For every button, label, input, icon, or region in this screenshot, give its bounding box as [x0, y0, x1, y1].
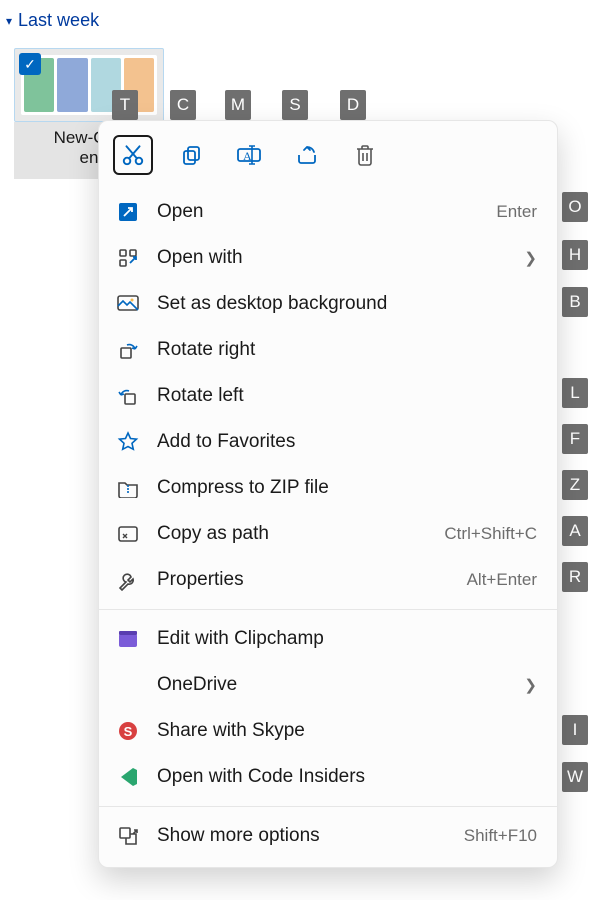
key-hint: M — [225, 90, 251, 120]
key-hint: A — [562, 516, 588, 546]
divider — [99, 806, 557, 807]
key-hint: L — [562, 378, 588, 408]
menu-label: Set as desktop background — [157, 293, 537, 315]
chevron-right-icon: ❯ — [524, 249, 537, 267]
menu-label: OneDrive — [157, 674, 508, 696]
svg-text:S: S — [124, 724, 133, 739]
menu-shortcut: Ctrl+Shift+C — [444, 524, 537, 544]
key-hint: H — [562, 240, 588, 270]
key-hint: S — [282, 90, 308, 120]
rename-icon: A — [236, 143, 262, 167]
scissors-icon — [120, 142, 146, 168]
key-hint: T — [112, 90, 138, 120]
menu-open[interactable]: Open Enter — [99, 189, 557, 235]
menu-label: Add to Favorites — [157, 431, 537, 453]
onedrive-icon — [115, 672, 141, 698]
menu-label: Rotate left — [157, 385, 537, 407]
menu-compress-zip[interactable]: Compress to ZIP file — [99, 465, 557, 511]
menu-label: Show more options — [157, 825, 448, 847]
chevron-right-icon: ❯ — [524, 676, 537, 694]
open-icon — [115, 199, 141, 225]
menu-label: Rotate right — [157, 339, 537, 361]
menu-label: Copy as path — [157, 523, 428, 545]
menu-onedrive[interactable]: OneDrive ❯ — [99, 662, 557, 708]
divider — [99, 609, 557, 610]
star-icon — [115, 429, 141, 455]
key-hint: I — [562, 715, 588, 745]
key-hint: B — [562, 287, 588, 317]
context-menu: A Open Enter — [98, 120, 558, 868]
vscode-icon — [115, 764, 141, 790]
show-more-icon — [115, 823, 141, 849]
delete-button[interactable] — [345, 135, 385, 175]
share-icon — [295, 143, 319, 167]
svg-text:A: A — [243, 149, 252, 163]
menu-open-with[interactable]: Open with ❯ — [99, 235, 557, 281]
menu-rotate-left[interactable]: Rotate left — [99, 373, 557, 419]
menu-label: Compress to ZIP file — [157, 477, 537, 499]
key-hint: D — [340, 90, 366, 120]
key-hint: F — [562, 424, 588, 454]
menu-shortcut: Alt+Enter — [467, 570, 537, 590]
menu-label: Open — [157, 201, 480, 223]
key-hint: R — [562, 562, 588, 592]
menu-copy-path[interactable]: Copy as path Ctrl+Shift+C — [99, 511, 557, 557]
menu-label: Share with Skype — [157, 720, 537, 742]
menu-clipchamp[interactable]: Edit with Clipchamp — [99, 616, 557, 662]
share-button[interactable] — [287, 135, 327, 175]
key-hint: O — [562, 192, 588, 222]
key-hint: W — [562, 762, 588, 792]
key-hint: C — [170, 90, 196, 120]
menu-rotate-right[interactable]: Rotate right — [99, 327, 557, 373]
menu-properties[interactable]: Properties Alt+Enter — [99, 557, 557, 603]
clipchamp-icon — [115, 626, 141, 652]
context-toolbar: A — [99, 129, 557, 189]
group-header[interactable]: ▾ Last week — [0, 0, 614, 37]
rotate-right-icon — [115, 337, 141, 363]
open-with-icon — [115, 245, 141, 271]
menu-label: Open with Code Insiders — [157, 766, 537, 788]
menu-skype[interactable]: S Share with Skype — [99, 708, 557, 754]
copy-path-icon — [115, 521, 141, 547]
rename-button[interactable]: A — [229, 135, 269, 175]
menu-set-background[interactable]: Set as desktop background — [99, 281, 557, 327]
menu-label: Open with — [157, 247, 508, 269]
thumbnail: ✓ — [14, 48, 164, 122]
zip-icon — [115, 475, 141, 501]
menu-shortcut: Shift+F10 — [464, 826, 537, 846]
check-icon: ✓ — [19, 53, 41, 75]
menu-shortcut: Enter — [496, 202, 537, 222]
menu-code-insiders[interactable]: Open with Code Insiders — [99, 754, 557, 800]
menu-show-more[interactable]: Show more options Shift+F10 — [99, 813, 557, 859]
group-label: Last week — [18, 10, 99, 31]
desktop-bg-icon — [115, 291, 141, 317]
key-hint: Z — [562, 470, 588, 500]
copy-icon — [179, 143, 203, 167]
menu-label: Properties — [157, 569, 451, 591]
wrench-icon — [115, 567, 141, 593]
menu-label: Edit with Clipchamp — [157, 628, 537, 650]
cut-button[interactable] — [113, 135, 153, 175]
rotate-left-icon — [115, 383, 141, 409]
skype-icon: S — [115, 718, 141, 744]
chevron-down-icon: ▾ — [6, 14, 12, 28]
menu-add-favorites[interactable]: Add to Favorites — [99, 419, 557, 465]
trash-icon — [354, 143, 376, 167]
copy-button[interactable] — [171, 135, 211, 175]
